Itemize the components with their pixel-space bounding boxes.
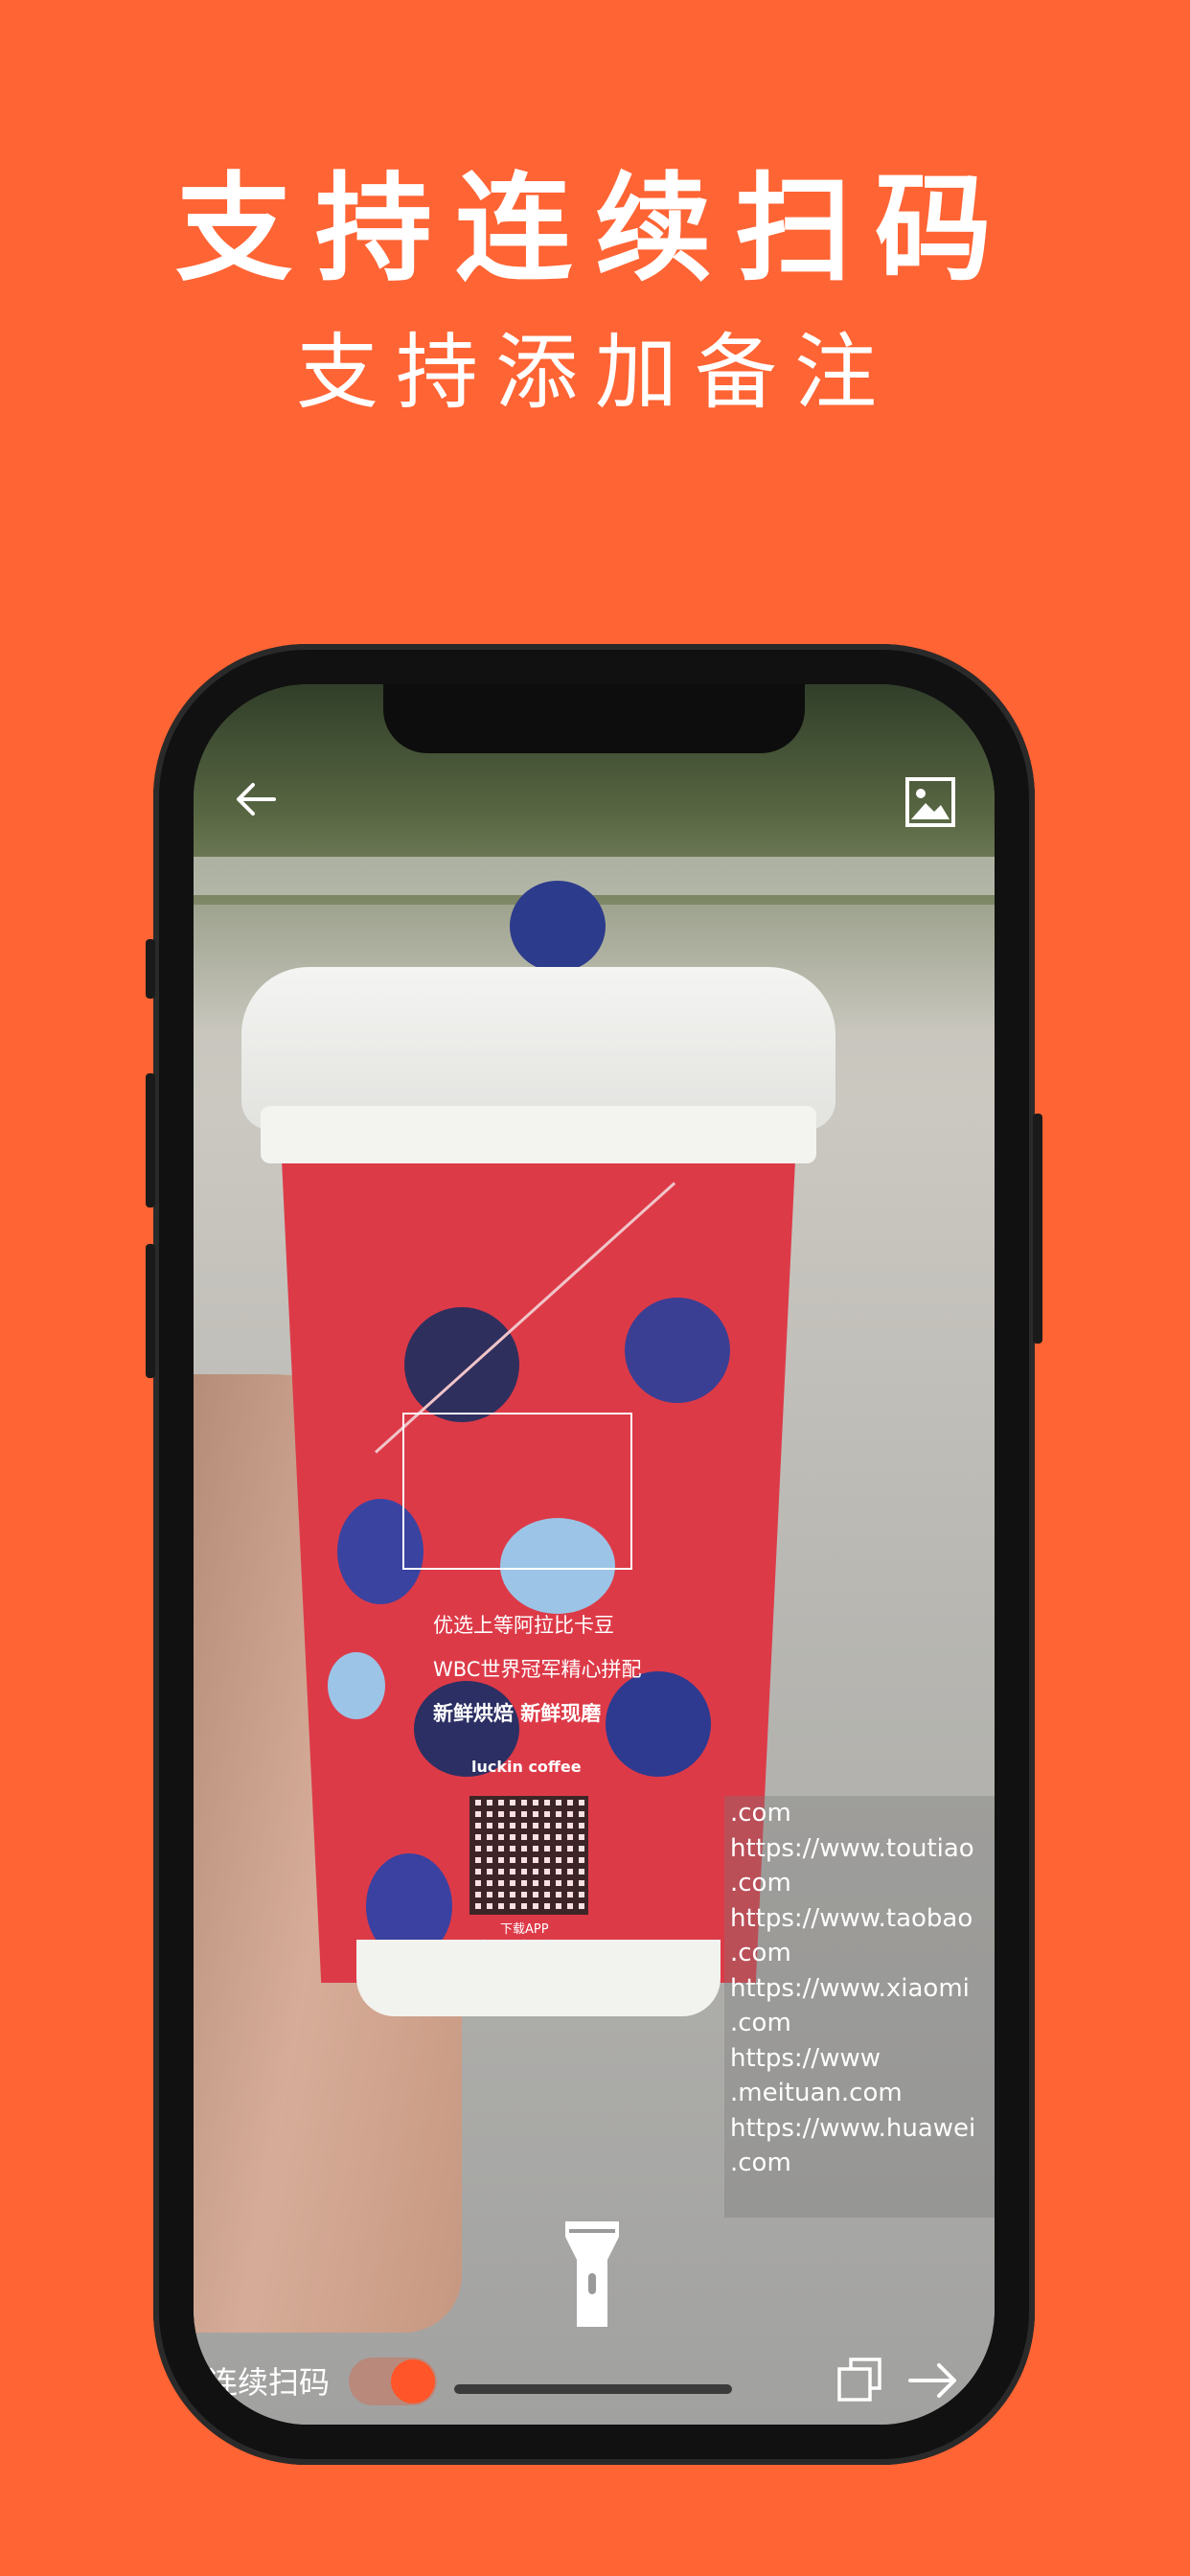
scan-result-line: .com bbox=[730, 2149, 791, 2177]
scanner-screen: 优选上等阿拉比卡豆 WBC世界冠军精心拼配 新鲜烘焙 新鲜现磨 luckin c… bbox=[194, 684, 995, 2425]
cup-lid-knob bbox=[510, 881, 606, 972]
scan-result-line: .com bbox=[730, 1799, 791, 1828]
scan-result-line: .meituan.com bbox=[730, 2079, 903, 2107]
camera-background-railing bbox=[194, 857, 995, 895]
promo-headline: 支持连续扫码 bbox=[175, 161, 1015, 297]
cup-app-text: 下载APP bbox=[500, 1922, 549, 1937]
volume-up-button bbox=[146, 1073, 155, 1208]
promo-subheadline: 支持添加备注 bbox=[296, 325, 894, 421]
arrow-right-icon[interactable] bbox=[904, 2354, 962, 2407]
scan-result-line: https://www.toutiao bbox=[730, 1833, 974, 1863]
power-button bbox=[1033, 1114, 1042, 1344]
scan-result-line: https://www.taobao bbox=[730, 1903, 973, 1933]
continuous-scan-toggle[interactable] bbox=[349, 2358, 437, 2405]
volume-down-button bbox=[146, 1244, 155, 1378]
image-gallery-icon[interactable] bbox=[904, 776, 956, 828]
qr-code bbox=[469, 1796, 588, 1915]
scan-result-line: https://www.xiaomi bbox=[730, 1973, 970, 2003]
scan-result-line: https://www.huawei bbox=[730, 2113, 976, 2143]
cup-dot bbox=[606, 1671, 711, 1777]
cup-print-line: WBC世界冠军精心拼配 bbox=[433, 1658, 642, 1681]
arrow-left-icon[interactable] bbox=[230, 772, 284, 826]
phone-frame: 优选上等阿拉比卡豆 WBC世界冠军精心拼配 新鲜烘焙 新鲜现磨 luckin c… bbox=[146, 644, 1042, 2465]
cup-dot bbox=[625, 1298, 730, 1403]
cup-print-line: 新鲜烘焙 新鲜现磨 bbox=[433, 1702, 602, 1725]
scan-result-line: .com bbox=[730, 1869, 791, 1898]
cup-bottom bbox=[356, 1940, 721, 2016]
phone-notch bbox=[383, 684, 805, 753]
scan-result-line: .com bbox=[730, 1939, 791, 1967]
scan-result-line: .com bbox=[730, 2009, 791, 2037]
cup-dot bbox=[328, 1652, 385, 1719]
scan-result-line: https://www bbox=[730, 2043, 881, 2073]
home-indicator bbox=[454, 2384, 732, 2394]
cup-dot bbox=[404, 1307, 519, 1422]
copy-icon[interactable] bbox=[834, 2354, 887, 2407]
scan-frame bbox=[402, 1413, 632, 1570]
scan-results-panel[interactable]: .com https://www.toutiao .com https://ww… bbox=[724, 1796, 995, 2218]
continuous-scan-label: 连续扫码 bbox=[207, 2364, 331, 2401]
toggle-knob bbox=[391, 2359, 435, 2404]
cup-rim bbox=[261, 1106, 816, 1163]
flashlight-icon[interactable] bbox=[561, 2218, 623, 2333]
cup-brand: luckin coffee bbox=[471, 1758, 582, 1776]
mute-switch bbox=[146, 939, 155, 999]
cup-print-line: 优选上等阿拉比卡豆 bbox=[433, 1614, 614, 1637]
